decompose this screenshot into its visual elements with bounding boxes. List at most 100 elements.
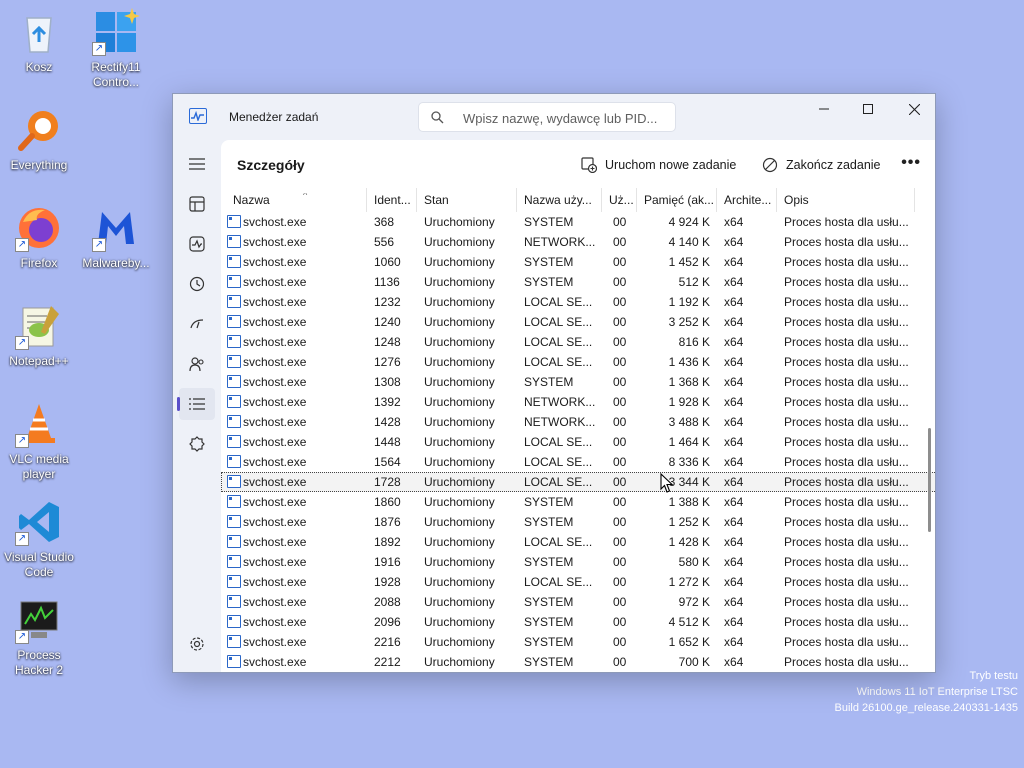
- desktop-icon-label: Malwareby...: [82, 256, 150, 270]
- column-divider[interactable]: [716, 188, 717, 212]
- cell-status: Uruchomiony: [424, 295, 495, 309]
- column-header-architecture[interactable]: Archite...: [724, 193, 776, 207]
- close-button[interactable]: [891, 94, 935, 124]
- nav-startup-apps[interactable]: [179, 308, 215, 340]
- vertical-scrollbar[interactable]: [928, 428, 931, 532]
- cell-pid: 1916: [374, 555, 401, 569]
- search-input[interactable]: [463, 109, 668, 127]
- desktop-icon-process-hacker[interactable]: ↗ Process Hacker 2: [0, 596, 81, 678]
- cell-status: Uruchomiony: [424, 475, 495, 489]
- desktop-icon-vscode[interactable]: ↗ Visual Studio Code: [0, 498, 81, 580]
- cell-arch: x64: [724, 555, 744, 569]
- table-row[interactable]: svchost.exe 2212 Uruchomiony SYSTEM 00 700 K x…: [221, 652, 935, 672]
- process-icon: [227, 255, 241, 268]
- process-icon: [227, 235, 241, 248]
- maximize-button[interactable]: [845, 94, 891, 124]
- desktop-icon-rectify11[interactable]: ↗ Rectify11 Contro...: [74, 8, 158, 90]
- cell-pid: 2088: [374, 595, 401, 609]
- search-box[interactable]: [418, 102, 676, 132]
- table-row[interactable]: svchost.exe 1448 Uruchomiony LOCAL SE... 00 1…: [221, 432, 935, 452]
- nav-performance[interactable]: [179, 228, 215, 260]
- cell-name: svchost.exe: [243, 315, 307, 329]
- desktop-icon-vlc[interactable]: ↗ VLC media player: [0, 400, 81, 482]
- minimize-button[interactable]: [801, 94, 847, 124]
- column-header-name[interactable]: Nazwa ^: [233, 193, 353, 207]
- table-row[interactable]: svchost.exe 1248 Uruchomiony LOCAL SE... 00 8…: [221, 332, 935, 352]
- run-new-task-label: Uruchom nowe zadanie: [605, 158, 737, 172]
- column-divider[interactable]: [366, 188, 367, 212]
- table-row[interactable]: svchost.exe 1136 Uruchomiony SYSTEM 00 512 K x…: [221, 272, 935, 292]
- table-row[interactable]: svchost.exe 1876 Uruchomiony SYSTEM 00 1 252 …: [221, 512, 935, 532]
- hamburger-menu-button[interactable]: [179, 148, 215, 180]
- nav-services[interactable]: [179, 428, 215, 460]
- table-row[interactable]: svchost.exe 1860 Uruchomiony SYSTEM 00 1 388 …: [221, 492, 935, 512]
- hamburger-icon: [189, 158, 205, 170]
- column-header-description[interactable]: Opis: [784, 193, 914, 207]
- nav-details[interactable]: [177, 388, 215, 420]
- cell-status: Uruchomiony: [424, 255, 495, 269]
- table-row[interactable]: svchost.exe 1928 Uruchomiony LOCAL SE... 00 1…: [221, 572, 935, 592]
- run-new-task-button[interactable]: Uruchom nowe zadanie: [581, 152, 736, 178]
- table-row[interactable]: svchost.exe 2216 Uruchomiony SYSTEM 00 1 652 …: [221, 632, 935, 652]
- table-row[interactable]: svchost.exe 1276 Uruchomiony LOCAL SE... 00 1…: [221, 352, 935, 372]
- cell-pid: 1276: [374, 355, 401, 369]
- column-divider[interactable]: [601, 188, 602, 212]
- cell-user: LOCAL SE...: [524, 295, 593, 309]
- nav-processes[interactable]: [179, 188, 215, 220]
- column-divider[interactable]: [516, 188, 517, 212]
- column-header-label: Nazwa: [233, 193, 270, 207]
- cell-cpu: 00: [613, 255, 627, 269]
- desktop-icon-firefox[interactable]: ↗ Firefox: [0, 204, 81, 271]
- column-header-cpu[interactable]: Uż...: [609, 193, 633, 207]
- column-divider[interactable]: [914, 188, 915, 212]
- desktop-icon-malwarebytes[interactable]: ↗ Malwareby...: [74, 204, 158, 271]
- table-row[interactable]: svchost.exe 1728 Uruchomiony LOCAL SE... 00 3…: [221, 472, 935, 492]
- sort-ascending-icon: ^: [303, 193, 308, 200]
- column-divider[interactable]: [776, 188, 777, 212]
- settings-icon: [190, 637, 204, 651]
- cell-user: NETWORK...: [524, 415, 596, 429]
- table-row[interactable]: svchost.exe 1308 Uruchomiony SYSTEM 00 1 368 …: [221, 372, 935, 392]
- table-row[interactable]: svchost.exe 556 Uruchomiony NETWORK... 00 4 1…: [221, 232, 935, 252]
- nav-users[interactable]: [179, 348, 215, 380]
- cell-arch: x64: [724, 315, 744, 329]
- cell-desc: Proces hosta dla usłu...: [784, 475, 909, 489]
- table-row[interactable]: svchost.exe 1392 Uruchomiony NETWORK... 00 1 …: [221, 392, 935, 412]
- table-row[interactable]: svchost.exe 2096 Uruchomiony SYSTEM 00 4 512 …: [221, 612, 935, 632]
- table-row[interactable]: svchost.exe 1060 Uruchomiony SYSTEM 00 1 452 …: [221, 252, 935, 272]
- cell-desc: Proces hosta dla usłu...: [784, 495, 909, 509]
- nav-settings[interactable]: [179, 628, 215, 660]
- end-task-button[interactable]: Zakończ zadanie: [762, 152, 881, 178]
- table-row[interactable]: svchost.exe 1564 Uruchomiony LOCAL SE... 00 8…: [221, 452, 935, 472]
- column-header-status[interactable]: Stan: [424, 193, 514, 207]
- task-manager-window: Menedżer zadań Wpisz nazwę, wydawcę lub …: [172, 93, 936, 673]
- table-row[interactable]: svchost.exe 1428 Uruchomiony NETWORK... 00 3 …: [221, 412, 935, 432]
- title-bar[interactable]: Menedżer zadań: [173, 94, 935, 140]
- more-options-button[interactable]: •••: [901, 154, 921, 172]
- table-row[interactable]: svchost.exe 1240 Uruchomiony LOCAL SE... 00 3…: [221, 312, 935, 332]
- table-row[interactable]: svchost.exe 368 Uruchomiony SYSTEM 00 4 924 K…: [221, 212, 935, 232]
- process-icon: [227, 595, 241, 608]
- desktop-icon-everything[interactable]: Everything: [0, 106, 81, 173]
- cell-status: Uruchomiony: [424, 495, 495, 509]
- column-header-memory[interactable]: Pamięć (ak...: [644, 193, 716, 207]
- cell-memory: 816 K: [678, 335, 710, 349]
- column-header-pid[interactable]: Ident...: [374, 193, 414, 207]
- column-divider[interactable]: [416, 188, 417, 212]
- process-icon: [227, 275, 241, 288]
- table-row[interactable]: svchost.exe 1892 Uruchomiony LOCAL SE... 00 1…: [221, 532, 935, 552]
- cell-pid: 2212: [374, 655, 401, 669]
- table-row[interactable]: svchost.exe 2088 Uruchomiony SYSTEM 00 972 K x…: [221, 592, 935, 612]
- nav-app-history[interactable]: [179, 268, 215, 300]
- column-divider[interactable]: [636, 188, 637, 212]
- table-row[interactable]: svchost.exe 1916 Uruchomiony SYSTEM 00 580 K x…: [221, 552, 935, 572]
- cell-pid: 1136: [374, 275, 400, 289]
- watermark-line: Build 26100.ge_release.240331-1435: [834, 702, 1019, 714]
- cell-pid: 1060: [374, 255, 401, 269]
- process-icon: [227, 655, 241, 668]
- table-row[interactable]: svchost.exe 1232 Uruchomiony LOCAL SE... 00 1…: [221, 292, 935, 312]
- desktop-icon-notepad-plus-plus[interactable]: ↗ Notepad++: [0, 302, 81, 369]
- desktop-icon-recycle-bin[interactable]: Kosz: [0, 8, 81, 75]
- column-header-user[interactable]: Nazwa uży...: [524, 193, 602, 207]
- cell-status: Uruchomiony: [424, 575, 495, 589]
